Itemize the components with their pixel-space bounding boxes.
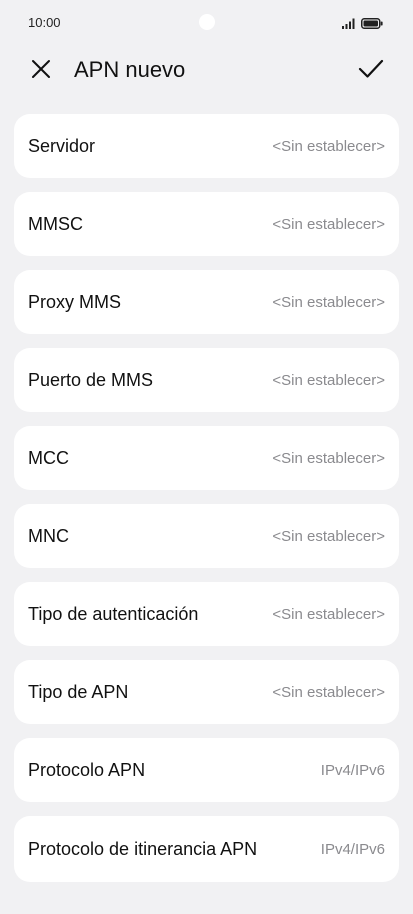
setting-label: Protocolo APN bbox=[28, 760, 146, 780]
status-bar: 10:00 bbox=[0, 0, 413, 46]
status-time: 10:00 bbox=[28, 15, 61, 30]
setting-value: <Sin establecer> bbox=[272, 683, 385, 701]
setting-label: MMSC bbox=[28, 214, 83, 234]
setting-label: Puerto de MMS bbox=[28, 370, 154, 390]
status-icons bbox=[342, 16, 383, 34]
page-title: APN nuevo bbox=[74, 57, 186, 82]
battery-icon bbox=[361, 16, 383, 34]
close-button[interactable] bbox=[28, 58, 54, 84]
setting-row-mcc[interactable]: MCC <Sin establecer> bbox=[14, 426, 399, 490]
setting-row-mmsc[interactable]: MMSC <Sin establecer> bbox=[14, 192, 399, 256]
setting-value: IPv4/IPv6 bbox=[320, 761, 385, 779]
setting-row-mnc[interactable]: MNC <Sin establecer> bbox=[14, 504, 399, 568]
setting-row-puerto-mms[interactable]: Puerto de MMS <Sin establecer> bbox=[14, 348, 399, 412]
header: APN nuevo bbox=[0, 46, 413, 96]
setting-value: <Sin establecer> bbox=[272, 371, 385, 389]
setting-row-tipo-apn[interactable]: Tipo de APN <Sin establecer> bbox=[14, 660, 399, 724]
confirm-button[interactable] bbox=[356, 56, 386, 86]
apn-settings-list: Servidor <Sin establecer> MMSC <Sin esta… bbox=[14, 114, 399, 896]
setting-label: Tipo de APN bbox=[28, 682, 129, 702]
setting-value: <Sin establecer> bbox=[272, 449, 385, 467]
setting-value: <Sin establecer> bbox=[272, 527, 385, 545]
setting-value: <Sin establecer> bbox=[272, 293, 385, 311]
setting-value: <Sin establecer> bbox=[272, 137, 385, 155]
signal-icon bbox=[342, 16, 356, 34]
setting-label: Protocolo de itinerancia APN bbox=[28, 839, 258, 859]
setting-label: Proxy MMS bbox=[28, 292, 122, 312]
setting-row-proxy-mms[interactable]: Proxy MMS <Sin establecer> bbox=[14, 270, 399, 334]
setting-label: Tipo de autenticación bbox=[28, 604, 199, 624]
setting-label: MNC bbox=[28, 526, 69, 546]
setting-value: <Sin establecer> bbox=[272, 215, 385, 233]
setting-row-servidor[interactable]: Servidor <Sin establecer> bbox=[14, 114, 399, 178]
close-icon bbox=[31, 59, 51, 84]
setting-row-protocolo-itinerancia[interactable]: Protocolo de itinerancia APN IPv4/IPv6 bbox=[14, 816, 399, 882]
setting-label: Servidor bbox=[28, 136, 96, 156]
front-camera bbox=[199, 14, 215, 30]
check-icon bbox=[358, 58, 384, 85]
setting-row-protocolo-apn[interactable]: Protocolo APN IPv4/IPv6 bbox=[14, 738, 399, 802]
setting-label: MCC bbox=[28, 448, 69, 468]
setting-row-tipo-autenticacion[interactable]: Tipo de autenticación <Sin establecer> bbox=[14, 582, 399, 646]
setting-value: <Sin establecer> bbox=[272, 605, 385, 623]
setting-value: IPv4/IPv6 bbox=[320, 840, 385, 858]
